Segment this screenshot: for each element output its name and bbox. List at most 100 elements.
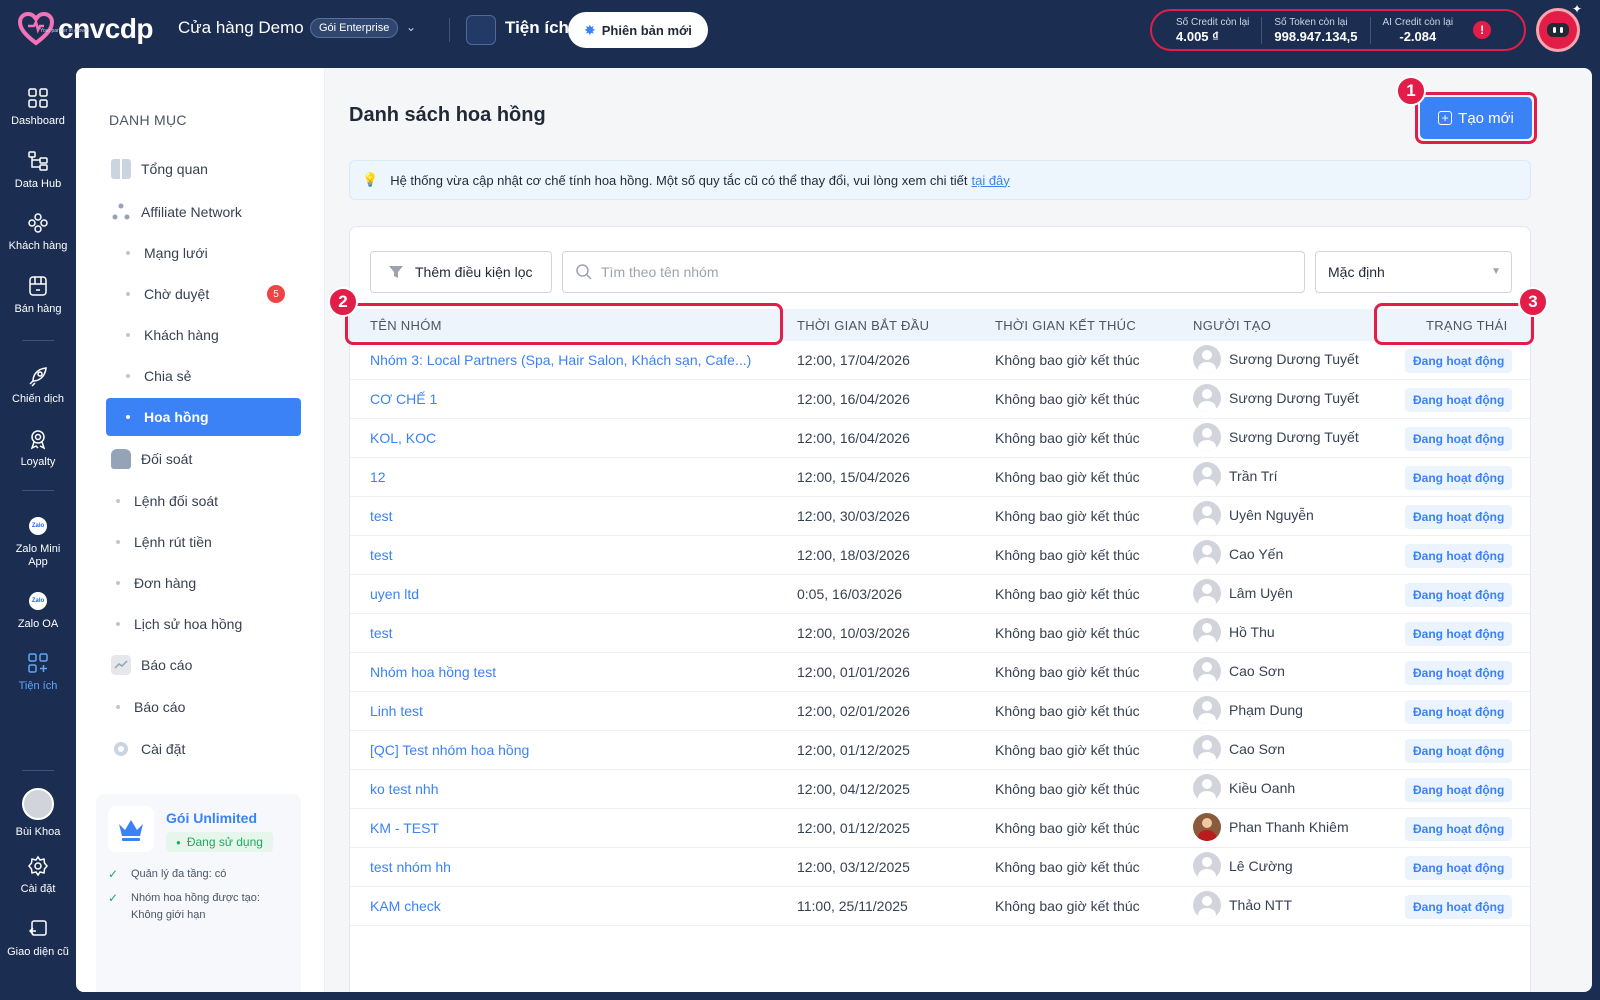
end-time: Không bao giờ kết thúc <box>995 430 1140 446</box>
sidebar-item-reconcile-orders[interactable]: Lệnh đối soát <box>96 482 291 520</box>
bullet-dot <box>126 251 130 255</box>
table-row[interactable]: Linh test 12:00, 02/01/2026 Không bao giờ … <box>350 692 1530 731</box>
column-header-end[interactable]: THỜI GIAN KẾT THÚC <box>995 318 1136 333</box>
nav-zalo-mini-app[interactable]: Zalo Zalo Mini App <box>0 517 76 569</box>
table-row[interactable]: ko test nhh 12:00, 04/12/2025 Không bao gi… <box>350 770 1530 809</box>
search-input[interactable] <box>601 264 1281 280</box>
nav-settings[interactable]: Cài đặt <box>0 855 76 895</box>
nav-user[interactable]: Bùi Khoa <box>0 788 76 838</box>
table-row[interactable]: KAM check 11:00, 25/11/2025 Không bao giờ … <box>350 887 1530 926</box>
end-time: Không bao giờ kết thúc <box>995 898 1140 914</box>
sidebar-item-settings[interactable]: Cài đặt <box>106 730 301 768</box>
group-name-link[interactable]: KOL, KOC <box>370 430 436 446</box>
sidebar-item-share[interactable]: Chia sẻ <box>106 357 301 395</box>
sidebar-item-commission-history[interactable]: Lịch sử hoa hồng <box>96 605 291 643</box>
column-header-creator[interactable]: NGƯỜI TẠO <box>1193 318 1271 333</box>
store-name[interactable]: Cửa hàng Demo <box>178 18 304 38</box>
sidebar-item-affiliate-network[interactable]: Affiliate Network <box>106 193 301 231</box>
group-name-link[interactable]: test <box>370 547 393 563</box>
creator: Cao Yến <box>1193 540 1283 568</box>
sidebar-item-customers[interactable]: Khách hàng <box>106 316 301 354</box>
notice-link[interactable]: tại đây <box>971 173 1009 188</box>
nav-old-ui[interactable]: Giao diện cũ <box>0 918 76 958</box>
nav-sales[interactable]: Bán hàng <box>0 275 76 315</box>
nav-label: Dashboard <box>11 115 65 127</box>
bullet-dot <box>116 622 120 626</box>
plan-pill[interactable]: Gói Enterprise <box>310 18 399 38</box>
nav-zalo-oa[interactable]: Zalo Zalo OA <box>0 592 76 630</box>
creator: Thảo NTT <box>1193 891 1292 919</box>
count-badge: 5 <box>267 285 285 303</box>
add-filter-button[interactable]: Thêm điều kiện lọc <box>370 251 552 293</box>
bullet-dot <box>116 540 120 544</box>
nav-campaigns[interactable]: Chiến dịch <box>0 365 76 405</box>
nav-utilities[interactable]: Tiện ích <box>0 652 76 692</box>
group-name-link[interactable]: uyen ltd <box>370 586 419 602</box>
group-name-link[interactable]: test nhóm hh <box>370 859 451 875</box>
new-version-button[interactable]: ✸ Phiên bản mới <box>568 12 708 48</box>
table-row[interactable]: uyen ltd 0:05, 16/03/2026 Không bao giờ kế… <box>350 575 1530 614</box>
creator-name: Lâm Uyên <box>1229 585 1293 601</box>
table-row[interactable]: Nhóm hoa hồng test 12:00, 01/01/2026 Không… <box>350 653 1530 692</box>
plan-card: Gói Unlimited Đang sử dụng ✓ Quản lý đa … <box>96 794 301 992</box>
nav-customers[interactable]: Khách hàng <box>0 212 76 252</box>
chevron-down-icon[interactable]: ⌄ <box>406 20 416 34</box>
crown-icon <box>108 806 154 852</box>
group-name-link[interactable]: Linh test <box>370 703 423 719</box>
table-row[interactable]: KM - TEST 12:00, 01/12/2025 Không bao giờ … <box>350 809 1530 848</box>
start-time: 12:00, 17/04/2026 <box>797 352 910 368</box>
group-name-link[interactable]: KAM check <box>370 898 441 914</box>
nav-data-hub[interactable]: Data Hub <box>0 150 76 190</box>
bullet-dot <box>126 374 130 378</box>
group-name-link[interactable]: KM - TEST <box>370 820 439 836</box>
column-header-start[interactable]: THỜI GIAN BẮT ĐẦU <box>797 318 929 333</box>
sidebar-item-reconcile[interactable]: Đối soát <box>106 440 301 478</box>
table-row[interactable]: KOL, KOC 12:00, 16/04/2026 Không bao giờ k… <box>350 419 1530 458</box>
group-name-link[interactable]: Nhóm hoa hồng test <box>370 664 496 680</box>
group-name-link[interactable]: ko test nhh <box>370 781 439 797</box>
check-icon: ✓ <box>108 891 119 905</box>
sidebar-item-pending[interactable]: Chờ duyệt 5 <box>106 275 301 313</box>
create-button[interactable]: + Tạo mới <box>1420 97 1532 139</box>
avatar <box>1193 891 1221 919</box>
table-row[interactable]: [QC] Test nhóm hoa hồng 12:00, 01/12/2025… <box>350 731 1530 770</box>
utility-label[interactable]: Tiện ích <box>505 18 569 38</box>
group-name-link[interactable]: Nhóm 3: Local Partners (Spa, Hair Salon,… <box>370 352 751 368</box>
avatar <box>1193 384 1221 412</box>
sidebar-item-commission[interactable]: Hoa hồng <box>106 398 301 436</box>
nav-dashboard[interactable]: Dashboard <box>0 87 76 127</box>
sidebar-item-withdraw-orders[interactable]: Lệnh rút tiền <box>96 523 291 561</box>
group-name-link[interactable]: test <box>370 625 393 641</box>
group-name-link[interactable]: [QC] Test nhóm hoa hồng <box>370 742 529 758</box>
sidebar-item-label: Lịch sử hoa hồng <box>134 616 243 632</box>
sidebar-item-network[interactable]: Mạng lưới <box>106 234 301 272</box>
sidebar-item-reports-sub[interactable]: Báo cáo <box>96 688 291 726</box>
info-icon[interactable]: ! <box>1473 21 1492 39</box>
group-name-link[interactable]: 12 <box>370 469 386 485</box>
start-time: 12:00, 01/01/2026 <box>797 664 910 680</box>
table-row[interactable]: 12 12:00, 15/04/2026 Không bao giờ kết thú… <box>350 458 1530 497</box>
table-row[interactable]: Nhóm 3: Local Partners (Spa, Hair Salon,… <box>350 341 1530 380</box>
credit-summary[interactable]: Số Credit còn lại 4.005 ₫ Số Token còn l… <box>1150 9 1526 51</box>
table-row[interactable]: test nhóm hh 12:00, 03/12/2025 Không bao g… <box>350 848 1530 887</box>
award-icon <box>30 430 46 450</box>
sidebar-item-orders[interactable]: Đơn hàng <box>96 564 291 602</box>
start-time: 12:00, 15/04/2026 <box>797 469 910 485</box>
search-box[interactable] <box>562 251 1305 293</box>
group-name-link[interactable]: test <box>370 508 393 524</box>
nav-loyalty[interactable]: Loyalty <box>0 428 76 468</box>
table-row[interactable]: test 12:00, 10/03/2026 Không bao giờ kết t… <box>350 614 1530 653</box>
table-row[interactable]: test 12:00, 30/03/2026 Không bao giờ kết t… <box>350 497 1530 536</box>
table-row[interactable]: CƠ CHẾ 1 12:00, 16/04/2026 Không bao giờ k… <box>350 380 1530 419</box>
utility-icon[interactable] <box>466 15 496 45</box>
sidebar-item-reports[interactable]: Báo cáo <box>106 646 301 684</box>
group-name-link[interactable]: CƠ CHẾ 1 <box>370 391 437 407</box>
sidebar-item-overview[interactable]: Tổng quan <box>106 150 301 188</box>
table-row[interactable]: test 12:00, 18/03/2026 Không bao giờ kết t… <box>350 536 1530 575</box>
chevron-down-icon: ▼ <box>1491 266 1501 277</box>
avatar <box>1193 345 1221 373</box>
creator-name: Lê Cường <box>1229 858 1293 874</box>
status-column-highlight <box>1374 303 1534 345</box>
start-time: 12:00, 18/03/2026 <box>797 547 910 563</box>
sort-select[interactable]: Mặc định ▼ <box>1315 251 1512 293</box>
